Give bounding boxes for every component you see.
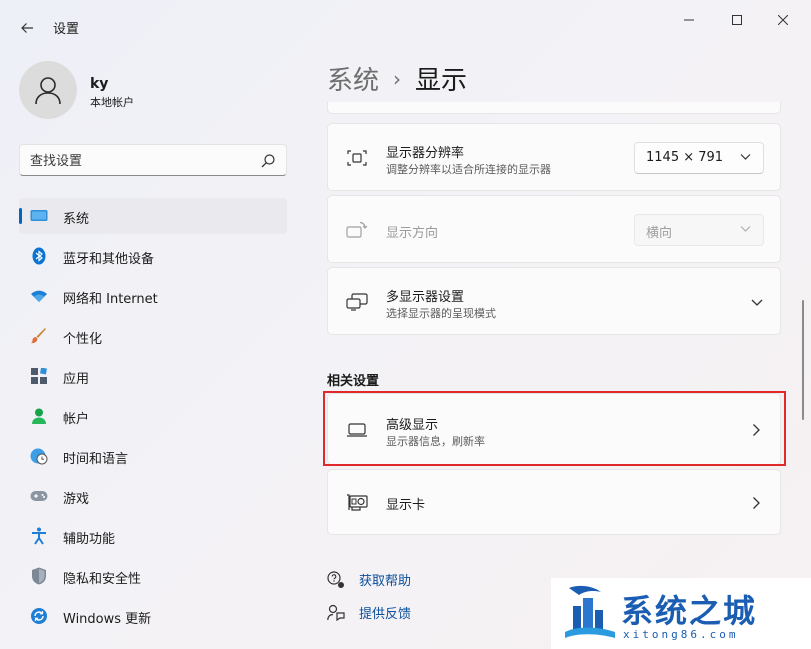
- sidebar-item-label: 帐户: [63, 412, 90, 427]
- multi-display-title: 多显示器设置: [386, 290, 465, 305]
- sidebar-item-system[interactable]: 系统: [19, 198, 287, 234]
- gamepad-icon: [30, 487, 48, 505]
- search-icon[interactable]: [260, 153, 276, 169]
- sidebar-item-label: 蓝牙和其他设备: [63, 252, 155, 267]
- bluetooth-icon: [30, 247, 48, 265]
- sidebar-item-label: 系统: [63, 212, 90, 227]
- watermark: 系统之城 xitong86.com: [551, 578, 811, 649]
- orientation-dropdown[interactable]: 横向: [634, 214, 764, 246]
- sidebar-item-windows-update[interactable]: Windows 更新: [19, 598, 287, 634]
- search-box[interactable]: [19, 144, 287, 176]
- breadcrumb: 系统 › 显示: [327, 60, 467, 97]
- sidebar-item-label: 网络和 Internet: [63, 292, 158, 307]
- resolution-icon: [346, 148, 368, 168]
- sidebar-item-label: 游戏: [63, 492, 90, 507]
- orientation-title: 显示方向: [386, 226, 439, 241]
- search-input[interactable]: [30, 151, 250, 171]
- sidebar-item-personalization[interactable]: 个性化: [19, 318, 287, 354]
- graphics-card[interactable]: 显示卡: [327, 469, 781, 535]
- system-monitor-icon: [30, 207, 48, 225]
- watermark-logo: [565, 585, 615, 638]
- apps-icon: [30, 367, 48, 385]
- get-help-label[interactable]: 获取帮助: [359, 570, 411, 589]
- sidebar-item-gaming[interactable]: 游戏: [19, 478, 287, 514]
- scrollbar[interactable]: [802, 300, 804, 420]
- sidebar-item-time-language[interactable]: 时间和语言: [19, 438, 287, 474]
- accessibility-icon: [30, 527, 48, 545]
- multi-display-icon: [346, 292, 368, 312]
- chevron-right-icon: [753, 497, 760, 509]
- sidebar-item-label: 隐私和安全性: [63, 572, 142, 587]
- orientation-card: 显示方向 横向: [327, 195, 781, 263]
- update-icon: [30, 607, 48, 625]
- close-icon: [778, 15, 788, 25]
- shield-icon: [30, 567, 48, 585]
- chevron-down-icon[interactable]: [750, 296, 764, 308]
- watermark-url: xitong86.com: [623, 628, 739, 641]
- close-button[interactable]: [760, 6, 806, 34]
- resolution-value: 1145 × 791: [646, 150, 724, 165]
- breadcrumb-separator: ›: [393, 66, 402, 91]
- previous-card-edge: [327, 102, 781, 114]
- feedback-label[interactable]: 提供反馈: [359, 603, 411, 622]
- sidebar-item-privacy[interactable]: 隐私和安全性: [19, 558, 287, 594]
- title-bar: 设置: [0, 0, 811, 52]
- multi-display-subtitle: 选择显示器的呈现模式: [386, 307, 496, 320]
- sidebar-item-accounts[interactable]: 帐户: [19, 398, 287, 434]
- graphics-card-title: 显示卡: [386, 498, 426, 513]
- get-help-link[interactable]: 获取帮助: [327, 570, 411, 589]
- account-type: 本地帐户: [90, 96, 134, 109]
- sidebar-item-network[interactable]: 网络和 Internet: [19, 278, 287, 314]
- person-icon: [35, 77, 61, 105]
- feedback-icon: [327, 604, 345, 622]
- graphics-card-icon: [346, 492, 368, 512]
- multi-display-card[interactable]: 多显示器设置 选择显示器的呈现模式: [327, 267, 781, 335]
- sidebar-nav: 系统 蓝牙和其他设备 网络和 Internet 个性化 应用 帐户 时间和语言 …: [19, 198, 287, 638]
- account-icon: [30, 407, 48, 425]
- breadcrumb-parent[interactable]: 系统: [327, 60, 379, 97]
- sidebar-item-bluetooth[interactable]: 蓝牙和其他设备: [19, 238, 287, 274]
- resolution-title: 显示器分辨率: [386, 146, 465, 161]
- clock-globe-icon: [30, 447, 48, 465]
- sidebar-item-accessibility[interactable]: 辅助功能: [19, 518, 287, 554]
- back-button[interactable]: [13, 14, 41, 42]
- watermark-brand: 系统之城: [621, 592, 758, 630]
- chevron-down-icon: [740, 226, 751, 232]
- resolution-card: 显示器分辨率 调整分辨率以适合所连接的显示器 1145 × 791: [327, 123, 781, 191]
- user-name: ky: [90, 76, 109, 92]
- back-arrow-icon: [21, 23, 33, 33]
- orientation-value: 横向: [646, 226, 673, 241]
- orientation-icon: [346, 220, 368, 240]
- minimize-button[interactable]: [666, 6, 712, 34]
- sidebar-item-label: 时间和语言: [63, 452, 129, 467]
- page-title: 显示: [415, 66, 468, 96]
- maximize-icon: [732, 15, 742, 25]
- sidebar-item-label: Windows 更新: [63, 612, 152, 627]
- minimize-icon: [684, 19, 694, 21]
- maximize-button[interactable]: [714, 6, 760, 34]
- sidebar-item-label: 应用: [63, 372, 90, 387]
- feedback-link[interactable]: 提供反馈: [327, 603, 411, 622]
- resolution-subtitle: 调整分辨率以适合所连接的显示器: [386, 163, 551, 176]
- chevron-down-icon: [740, 154, 751, 160]
- brush-icon: [30, 327, 48, 345]
- highlight-annotation-box: [323, 391, 786, 466]
- related-settings-heading: 相关设置: [327, 374, 380, 389]
- app-title: 设置: [53, 22, 80, 37]
- sidebar-item-label: 辅助功能: [63, 532, 116, 547]
- sidebar-item-apps[interactable]: 应用: [19, 358, 287, 394]
- resolution-dropdown[interactable]: 1145 × 791: [634, 142, 764, 174]
- avatar[interactable]: [19, 61, 77, 119]
- wifi-icon: [30, 287, 48, 305]
- settings-window: 设置 ky 本地帐户 系统: [0, 0, 811, 649]
- help-chat-icon: [327, 570, 345, 589]
- sidebar-item-label: 个性化: [63, 332, 103, 347]
